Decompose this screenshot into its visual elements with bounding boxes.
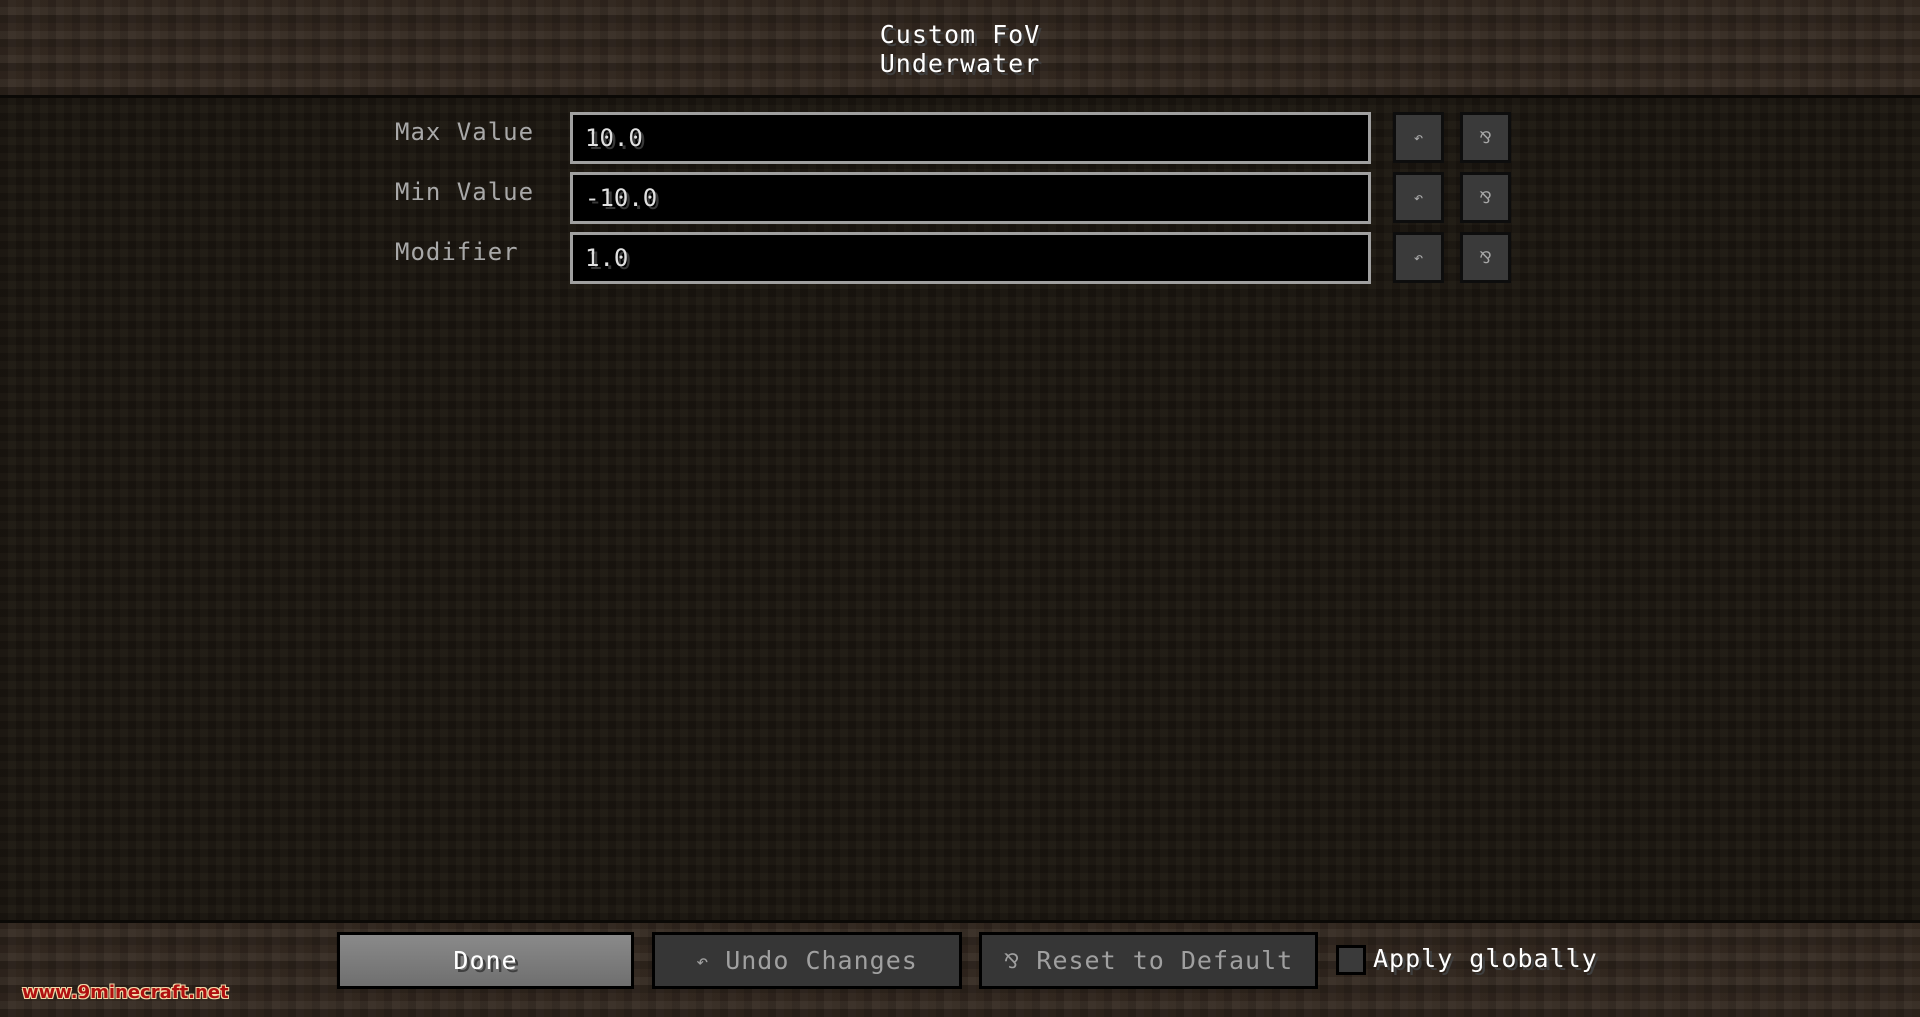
reset-default-icon: ⅋ xyxy=(1479,128,1492,147)
watermark: www.9minecraft.net xyxy=(22,982,229,1003)
reset-default-icon: ⅋ xyxy=(1479,188,1492,207)
undo-row-button[interactable]: ↶ xyxy=(1393,112,1444,163)
reset-default-icon: ⅋ xyxy=(1479,248,1492,267)
row-label: Min Value xyxy=(395,178,535,206)
reset-to-default-button[interactable]: ⅋ Reset to Default xyxy=(979,932,1318,989)
undo-arrow-icon: ↶ xyxy=(1413,128,1424,147)
undo-arrow-icon: ↶ xyxy=(1413,248,1424,267)
screen-subtitle: Underwater xyxy=(879,49,1041,78)
screen-title: Custom FoV xyxy=(879,20,1041,49)
config-row-max-value: Max Value ↶ ⅋ xyxy=(0,112,1920,164)
undo-row-button[interactable]: ↶ xyxy=(1393,232,1444,283)
done-button[interactable]: Done xyxy=(337,932,634,989)
undo-arrow-icon: ↶ xyxy=(1413,188,1424,207)
config-row-min-value: Min Value ↶ ⅋ xyxy=(0,172,1920,224)
min-value-input[interactable] xyxy=(570,172,1371,224)
config-row-modifier: Modifier ↶ ⅋ xyxy=(0,232,1920,284)
header-bar: Custom FoV Underwater xyxy=(0,0,1920,98)
reset-default-icon: ⅋ xyxy=(1003,948,1021,973)
reset-row-button[interactable]: ⅋ xyxy=(1460,232,1511,283)
modifier-input[interactable] xyxy=(570,232,1371,284)
reset-to-default-label: Reset to Default xyxy=(1036,946,1294,975)
reset-row-button[interactable]: ⅋ xyxy=(1460,112,1511,163)
reset-row-button[interactable]: ⅋ xyxy=(1460,172,1511,223)
undo-changes-label: Undo Changes xyxy=(725,946,918,975)
undo-arrow-icon: ↶ xyxy=(696,948,710,973)
undo-row-button[interactable]: ↶ xyxy=(1393,172,1444,223)
undo-changes-button[interactable]: ↶ Undo Changes xyxy=(652,932,962,989)
apply-globally-label[interactable]: Apply globally xyxy=(1373,944,1598,973)
row-label: Max Value xyxy=(395,118,535,146)
apply-globally-checkbox[interactable] xyxy=(1336,945,1366,975)
done-label: Done xyxy=(453,946,518,975)
max-value-input[interactable] xyxy=(570,112,1371,164)
row-label: Modifier xyxy=(395,238,519,266)
